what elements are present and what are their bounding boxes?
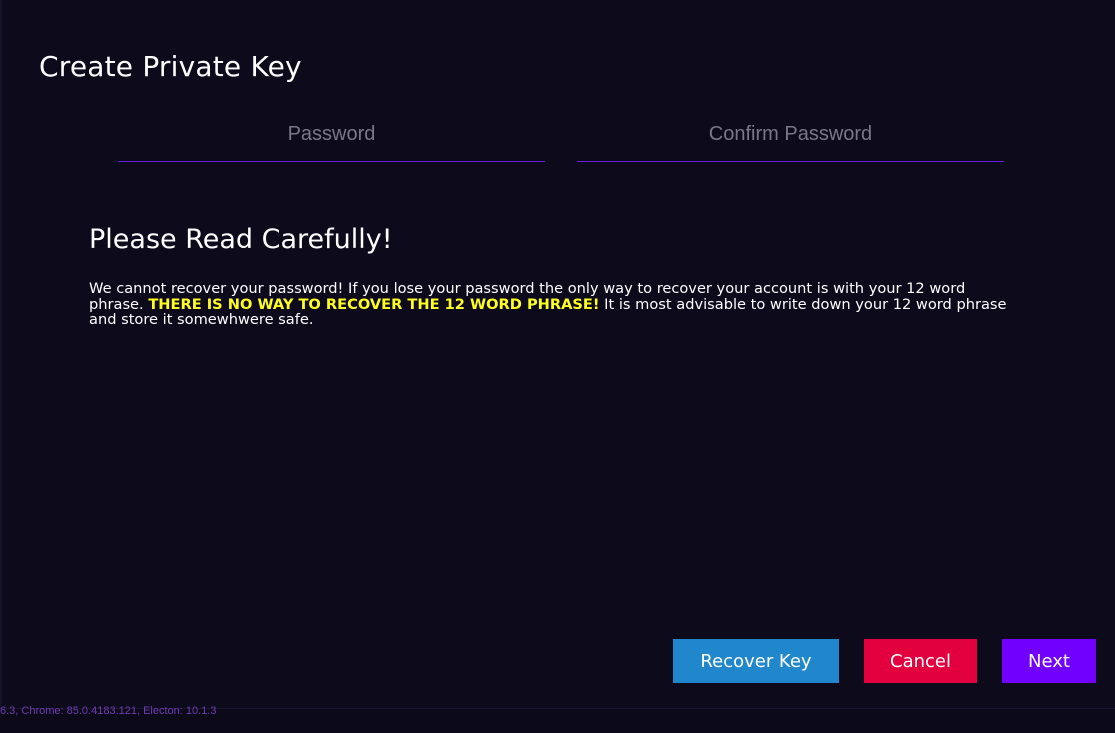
confirm-password-input[interactable] bbox=[577, 112, 1004, 156]
recover-key-button[interactable]: Recover Key bbox=[673, 639, 839, 683]
page-title: Create Private Key bbox=[39, 50, 302, 83]
version-info: 6.3, Chrome: 85.0.4183.121, Electon: 10.… bbox=[0, 705, 217, 717]
confirm-password-field[interactable] bbox=[577, 112, 1004, 162]
cancel-button[interactable]: Cancel bbox=[864, 639, 977, 683]
warning-highlight: THERE IS NO WAY TO RECOVER THE 12 WORD P… bbox=[148, 295, 600, 313]
warning-heading: Please Read Carefully! bbox=[89, 224, 393, 255]
warning-message: We cannot recover your password! If you … bbox=[89, 281, 1014, 328]
window-left-edge bbox=[0, 0, 2, 708]
password-field[interactable] bbox=[118, 112, 545, 162]
create-key-screen: Create Private Key Please Read Carefully… bbox=[0, 0, 1115, 708]
next-button[interactable]: Next bbox=[1002, 639, 1096, 683]
password-input[interactable] bbox=[118, 112, 545, 156]
